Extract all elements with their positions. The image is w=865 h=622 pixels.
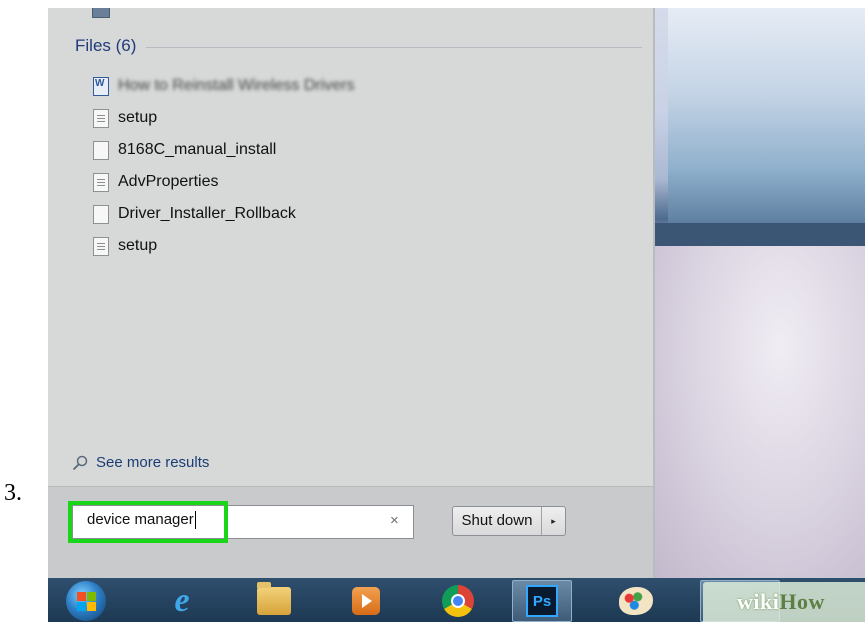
- taskbar-chrome[interactable]: [428, 580, 488, 622]
- file-result-label: 8168C_manual_install: [118, 141, 277, 158]
- file-result-item[interactable]: Driver_Installer_Rollback: [93, 198, 355, 230]
- wikihow-watermark: wikiHow: [703, 582, 865, 622]
- file-result-label: setup: [118, 237, 158, 254]
- taskbar-paint[interactable]: [606, 580, 666, 622]
- shutdown-button[interactable]: Shut down ▸: [452, 506, 566, 536]
- settings-file-icon: [93, 172, 109, 192]
- step-number: 3.: [4, 480, 22, 506]
- search-highlight-box: [68, 501, 228, 543]
- photoshop-icon: Ps: [526, 585, 558, 617]
- file-result-item[interactable]: AdvProperties: [93, 166, 355, 198]
- chrome-icon: [442, 585, 474, 617]
- wallpaper-ice: [668, 8, 865, 223]
- file-result-label: setup: [118, 109, 158, 126]
- file-result-item[interactable]: setup: [93, 230, 355, 262]
- start-orb-icon: [66, 581, 106, 621]
- taskbar-internet-explorer[interactable]: e: [152, 580, 212, 622]
- internet-explorer-icon: e: [174, 582, 190, 619]
- screenshot-frame: Files (6) How to Reinstall Wireless Driv…: [48, 8, 865, 622]
- see-more-results-link[interactable]: See more results: [72, 454, 209, 471]
- file-result-item[interactable]: How to Reinstall Wireless Drivers: [93, 70, 355, 102]
- settings-file-icon: [93, 108, 109, 128]
- file-results-list: How to Reinstall Wireless Drivers setup …: [93, 70, 355, 262]
- taskbar-file-explorer[interactable]: [244, 580, 304, 622]
- taskbar-photoshop[interactable]: Ps: [512, 580, 572, 622]
- file-result-label: Driver_Installer_Rollback: [118, 205, 296, 222]
- shutdown-label[interactable]: Shut down: [453, 507, 542, 535]
- files-section-header: Files (6): [75, 36, 642, 56]
- paint-icon: [619, 587, 653, 615]
- partial-item-icon: [92, 8, 110, 18]
- media-player-icon: [352, 587, 380, 615]
- clear-search-icon[interactable]: ×: [390, 512, 399, 529]
- blank-file-icon: [93, 204, 109, 224]
- start-button[interactable]: [56, 580, 116, 622]
- word-document-icon: [93, 76, 109, 96]
- file-result-label: AdvProperties: [118, 173, 219, 190]
- shutdown-options-arrow-icon[interactable]: ▸: [542, 516, 565, 527]
- search-icon: [72, 455, 88, 470]
- file-result-item[interactable]: 8168C_manual_install: [93, 134, 355, 166]
- see-more-label: See more results: [96, 454, 210, 471]
- header-divider: [146, 47, 642, 48]
- file-result-item[interactable]: setup: [93, 102, 355, 134]
- wallpaper-snow: [653, 246, 865, 578]
- taskbar-media-player[interactable]: [336, 580, 396, 622]
- file-result-label: How to Reinstall Wireless Drivers: [118, 77, 355, 94]
- settings-file-icon: [93, 236, 109, 256]
- start-menu: Files (6) How to Reinstall Wireless Driv…: [48, 8, 655, 579]
- file-explorer-icon: [257, 582, 291, 615]
- watermark-text: wikiHow: [737, 589, 825, 614]
- files-header-label[interactable]: Files (6): [75, 36, 136, 56]
- blank-file-icon: [93, 140, 109, 160]
